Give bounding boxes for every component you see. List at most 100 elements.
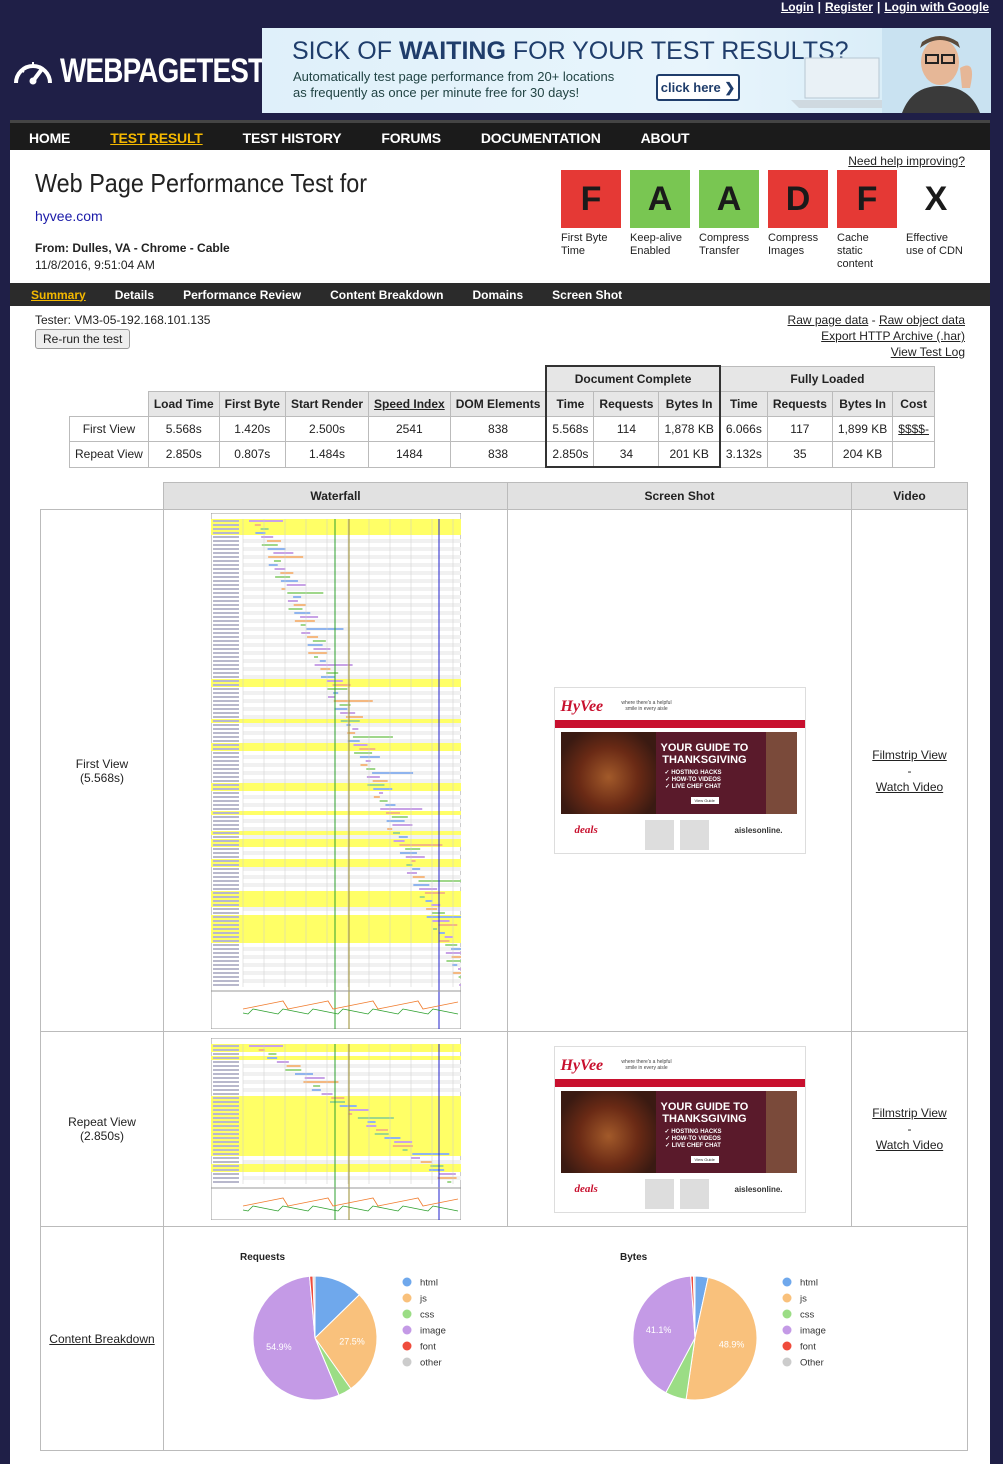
table-cell: 1.420s <box>218 416 286 442</box>
waterfall-highlight <box>210 1132 461 1136</box>
first-view-screenshot[interactable]: HyVee where there's a helpful smile in ev… <box>553 687 806 854</box>
nav-forums[interactable]: FORUMS <box>381 130 441 146</box>
login-google-link[interactable]: Login with Google <box>884 0 989 14</box>
table-row: First View 5.568s 1.420s 2.500s 2541 838… <box>69 416 935 442</box>
grade-compress-transfer[interactable]: A Compress Transfer <box>699 170 759 271</box>
raw-page-data-link[interactable]: Raw page data <box>788 313 869 327</box>
waterfall-stripe <box>242 1080 461 1084</box>
banner-cta-button[interactable]: click here ❯ <box>656 74 740 101</box>
waterfall-highlight <box>210 898 461 903</box>
waterfall-url <box>212 811 239 814</box>
waterfall-url <box>212 731 239 734</box>
waterfall-url <box>212 619 239 622</box>
tab-performance-review[interactable]: Performance Review <box>183 288 301 302</box>
waterfall-bar <box>359 755 380 758</box>
grade-box: D <box>768 170 828 228</box>
grades-row: F First Byte Time A Keep-alive Enabled A Co… <box>561 170 975 271</box>
filmstrip-view-link[interactable]: Filmstrip View <box>853 1106 966 1120</box>
grade-cdn[interactable]: X Effective use of CDN <box>906 170 966 271</box>
grade-label: Compress Transfer <box>699 232 750 257</box>
waterfall-bar <box>411 1153 449 1155</box>
legend-dot-css <box>402 1309 412 1319</box>
col-doc-bytes: Bytes In <box>658 391 721 417</box>
grade-first-byte[interactable]: F First Byte Time <box>561 170 621 271</box>
waterfall-bar <box>406 871 417 874</box>
grade-keep-alive[interactable]: A Keep-alive Enabled <box>630 170 690 271</box>
hero-side-image <box>765 732 797 814</box>
waterfall-highlight <box>210 914 461 919</box>
repeat-view-screenshot[interactable]: HyVee where there's a helpful smile in ev… <box>553 1045 806 1213</box>
tab-content-breakdown[interactable]: Content Breakdown <box>330 288 443 302</box>
grade-box: X <box>906 170 966 228</box>
watch-video-link[interactable]: Watch Video <box>853 780 966 794</box>
waterfall-url <box>212 1089 239 1091</box>
rerun-test-button[interactable]: Re-run the test <box>35 329 131 349</box>
site-aisles: aislesonline. <box>734 826 783 835</box>
nav-documentation[interactable]: DOCUMENTATION <box>481 130 601 146</box>
waterfall-stripe <box>242 834 461 839</box>
repeat-view-waterfall[interactable] <box>210 1038 461 1220</box>
table-cell: 5.568s <box>545 416 595 442</box>
waterfall-url <box>212 643 239 646</box>
waterfall-stripe <box>242 954 461 959</box>
waterfall-highlight <box>210 902 461 907</box>
waterfall-stripe <box>242 754 461 759</box>
waterfall-url <box>212 703 239 706</box>
waterfall-bar <box>405 855 425 858</box>
waterfall-url <box>212 807 239 810</box>
grade-cache-static[interactable]: F Cache static content <box>837 170 897 271</box>
waterfall-url <box>212 823 239 826</box>
tab-screen-shot[interactable]: Screen Shot <box>552 288 622 302</box>
waterfall-url <box>212 1081 239 1083</box>
waterfall-url <box>212 943 239 946</box>
waterfall-stripe <box>242 866 461 871</box>
register-link[interactable]: Register <box>825 0 873 14</box>
waterfall-bar <box>326 687 347 690</box>
site-tagline: where there's a helpful smile in every a… <box>621 1058 672 1071</box>
nav-test-history[interactable]: TEST HISTORY <box>243 130 342 146</box>
content-breakdown-link[interactable]: Content Breakdown <box>42 1332 162 1346</box>
watch-video-link[interactable]: Watch Video <box>853 1138 966 1152</box>
doc-complete-header: Document Complete <box>545 365 721 392</box>
waterfall-url <box>212 639 239 642</box>
waterfall-stripe <box>242 674 461 679</box>
tab-domains[interactable]: Domains <box>472 288 523 302</box>
waterfall-url <box>212 1145 239 1147</box>
waterfall-url <box>212 1181 239 1183</box>
export-har-link[interactable]: Export HTTP Archive (.har) <box>821 329 965 343</box>
promo-banner[interactable]: SICK OF WAITING FOR YOUR TEST RESULTS? A… <box>262 28 991 113</box>
waterfall-bar <box>292 595 301 598</box>
waterfall-bar <box>346 731 355 734</box>
waterfall-highlight <box>210 1128 461 1132</box>
table-cell: 2.850s <box>545 441 595 468</box>
separator: | <box>817 0 821 14</box>
tab-details[interactable]: Details <box>115 288 154 302</box>
waterfall-bar <box>391 823 412 826</box>
waterfall-url <box>212 971 239 974</box>
tab-summary[interactable]: Summary <box>31 288 86 302</box>
col-speed-index[interactable]: Speed Index <box>368 391 451 417</box>
raw-object-data-link[interactable]: Raw object data <box>879 313 965 327</box>
grade-compress-images[interactable]: D Compress Images <box>768 170 828 271</box>
waterfall-stripe <box>242 650 461 655</box>
waterfall-bar <box>404 847 420 850</box>
legend-dot-image <box>402 1325 412 1335</box>
waterfall-highlight <box>210 1140 461 1144</box>
waterfall-bar <box>365 1125 376 1127</box>
table-cell: 3.132s <box>719 441 768 468</box>
login-link[interactable]: Login <box>781 0 814 14</box>
nav-about[interactable]: ABOUT <box>641 130 690 146</box>
nav-home[interactable]: HOME <box>29 130 70 146</box>
cost-link[interactable]: $$$$- <box>892 416 935 442</box>
waterfall-url <box>212 775 239 778</box>
col-full-bytes: Bytes In <box>831 391 894 417</box>
waterfall-bar <box>274 575 290 578</box>
filmstrip-view-link[interactable]: Filmstrip View <box>853 748 966 762</box>
waterfall-url <box>212 1053 239 1055</box>
help-improving-link[interactable]: Need help improving? <box>848 154 965 168</box>
waterfall-bar <box>300 623 306 626</box>
waterfall-highlight <box>210 938 461 943</box>
first-view-waterfall[interactable] <box>210 512 461 1029</box>
view-test-log-link[interactable]: View Test Log <box>891 345 965 359</box>
nav-test-result[interactable]: TEST RESULT <box>110 130 203 146</box>
